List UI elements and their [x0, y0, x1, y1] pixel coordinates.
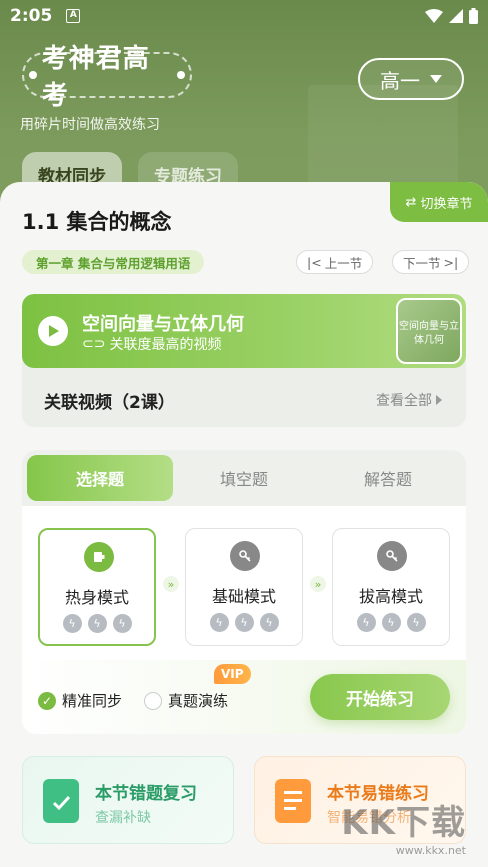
video-subtitle: 关联度最高的视频 — [109, 337, 222, 353]
precise-sync-label: 精准同步 — [62, 692, 123, 710]
caret-down-icon — [430, 75, 442, 83]
watermark-url: www.kkx.net — [395, 844, 466, 857]
chevron-double-right-icon: » — [163, 576, 179, 592]
lightning-icon: ϟ — [112, 614, 132, 633]
difficulty-bolts: ϟ ϟ ϟ — [186, 613, 302, 632]
prev-section-button[interactable]: |< 上一节 — [296, 250, 374, 274]
tab-answer-question[interactable]: 解答题 — [315, 455, 461, 501]
swap-icon: ⇄ — [405, 194, 417, 210]
review-book-icon — [43, 779, 79, 823]
battery-icon — [469, 8, 478, 24]
lightning-icon: ϟ — [381, 613, 401, 632]
wrong-review-subtitle: 查漏补缺 — [95, 810, 151, 826]
key-lock-icon — [230, 541, 260, 571]
app-slogan: 用碎片时间做高效练习 — [20, 117, 160, 133]
header-decoration — [308, 85, 458, 195]
switch-chapter-label: 切换章节 — [420, 196, 473, 212]
next-section-label: 下一节 — [403, 255, 441, 271]
grade-select-value: 高一 — [380, 68, 420, 93]
status-bar: 2:05 A — [0, 0, 488, 32]
video-title: 空间向量与立体几何 — [82, 314, 244, 335]
lightning-icon: ϟ — [234, 613, 254, 632]
wrong-review-title: 本节错题复习 — [95, 784, 197, 804]
tab-fill-blank[interactable]: 填空题 — [171, 455, 317, 501]
view-all-label: 查看全部 — [376, 393, 432, 409]
logo-text: 考神君高考 — [41, 44, 150, 111]
lightning-icon: ϟ — [62, 614, 82, 633]
arrow-right-icon — [436, 395, 442, 405]
mode-basic[interactable]: 基础模式 ϟ ϟ ϟ — [185, 528, 303, 646]
lightning-icon: ϟ — [406, 613, 426, 632]
tab-multiple-choice[interactable]: 选择题 — [27, 455, 173, 501]
video-subtitle-row: ⊂⊃ 关联度最高的视频 — [82, 334, 221, 354]
next-section-button[interactable]: 下一节 >| — [392, 250, 470, 274]
check-icon: ✓ — [38, 691, 56, 710]
real-exam-option[interactable]: 真题演练 — [144, 690, 228, 711]
chevron-double-right-icon: » — [310, 576, 326, 592]
key-lock-icon — [377, 541, 407, 571]
question-type-tabs: 选择题 填空题 解答题 — [22, 450, 466, 506]
grade-select[interactable]: 高一 — [358, 58, 464, 100]
mode-advanced-label: 拔高模式 — [358, 587, 423, 606]
mode-basic-label: 基础模式 — [211, 587, 276, 606]
signal-icon — [449, 9, 463, 23]
view-all-link[interactable]: 查看全部 — [376, 390, 442, 410]
switch-chapter-button[interactable]: ⇄ 切换章节 — [390, 182, 488, 222]
skip-forward-icon: >| — [443, 254, 459, 270]
lightning-icon: ϟ — [87, 614, 107, 633]
play-icon — [38, 316, 68, 346]
wifi-icon — [425, 9, 443, 23]
warmup-cup-icon — [84, 542, 114, 572]
video-thumbnail[interactable]: 空间向量与立体几何 — [396, 298, 462, 364]
watermark: KK下载 www.kkx.net — [341, 795, 466, 857]
wrong-question-review-card[interactable]: 本节错题复习 查漏补缺 — [22, 756, 234, 844]
app-logo: 考神君高考 — [22, 44, 192, 111]
precise-sync-option[interactable]: ✓ 精准同步 — [38, 690, 122, 711]
mode-advanced[interactable]: 拔高模式 ϟ ϟ ϟ — [332, 528, 450, 646]
document-icon — [275, 779, 311, 823]
radio-unchecked-icon — [144, 691, 162, 710]
prev-section-label: 上一节 — [324, 255, 363, 271]
logo-dot-left — [29, 71, 37, 79]
mode-warmup[interactable]: 热身模式 ϟ ϟ ϟ — [38, 528, 156, 646]
difficulty-bolts: ϟ ϟ ϟ — [333, 613, 449, 632]
difficulty-bolts: ϟ ϟ ϟ — [40, 614, 154, 633]
link-icon: ⊂⊃ — [82, 336, 106, 352]
lightning-icon: ϟ — [356, 613, 376, 632]
start-practice-button[interactable]: 开始练习 — [310, 674, 450, 720]
watermark-brand: KK下载 — [341, 803, 466, 843]
notification-icon: A — [66, 9, 81, 23]
practice-options-bar: ✓ 精准同步 真题演练 VIP 开始练习 — [22, 660, 466, 734]
vip-badge: VIP — [214, 664, 251, 684]
section-title: 1.1 集合的概念 — [22, 210, 172, 234]
practice-card: 选择题 填空题 解答题 热身模式 ϟ ϟ ϟ » 基础模式 ϟ ϟ ϟ » 拔高… — [22, 450, 466, 734]
mode-warmup-label: 热身模式 — [64, 588, 129, 607]
lightning-icon: ϟ — [259, 613, 279, 632]
bottom-sheet: ⇄ 切换章节 1.1 集合的概念 第一章 集合与常用逻辑用语 |< 上一节 下一… — [0, 182, 488, 867]
video-banner[interactable]: 空间向量与立体几何 ⊂⊃ 关联度最高的视频 空间向量与立体几何 — [22, 294, 466, 368]
skip-back-icon: |< — [307, 254, 322, 270]
lightning-icon: ϟ — [209, 613, 229, 632]
chapter-badge: 第一章 集合与常用逻辑用语 — [22, 250, 205, 274]
related-videos-label: 关联视频（2课） — [44, 393, 175, 413]
logo-dot-right — [177, 71, 185, 79]
real-exam-label: 真题演练 — [168, 692, 229, 710]
status-time: 2:05 — [10, 6, 53, 26]
video-card: 空间向量与立体几何 ⊂⊃ 关联度最高的视频 空间向量与立体几何 关联视频（2课）… — [22, 294, 466, 427]
